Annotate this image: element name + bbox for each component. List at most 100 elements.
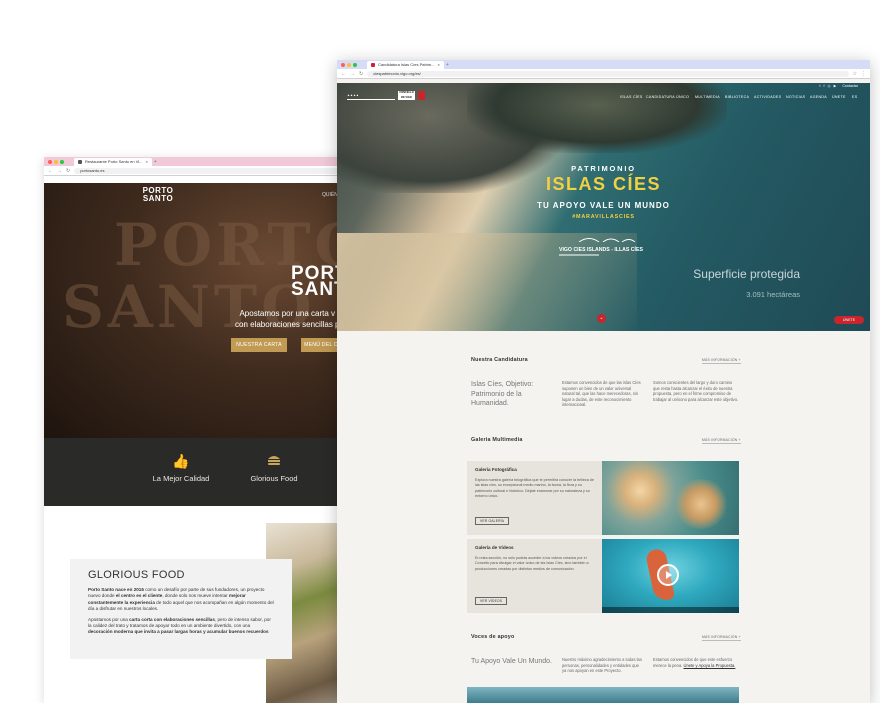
tab-title: Candidatura Islas Cíes Patrim...: [378, 61, 435, 67]
islas-cies-browser-window: Candidatura Islas Cíes Patrim... × + ← →…: [337, 60, 870, 703]
voces-slogan: Tu Apoyo Vale Un Mundo.: [471, 658, 552, 665]
concello-logo: CONCELLO DE VIGO: [398, 91, 415, 100]
maximize-window-icon[interactable]: [60, 159, 64, 164]
video-controls-bar[interactable]: [602, 607, 739, 613]
our-menu-button[interactable]: NUESTRA CARTA: [231, 338, 287, 352]
view-videos-button[interactable]: VER VÍDEOS: [475, 597, 508, 605]
maximize-window-icon[interactable]: [353, 62, 357, 67]
voces-more-link[interactable]: MÁS INFORMACIÓN +: [702, 635, 741, 641]
instagram-icon[interactable]: ◎: [828, 84, 831, 88]
tab-title: Restaurante Porto Santo en Vi...: [85, 158, 143, 164]
hero-patrimonio: PATRIMONIO: [571, 164, 636, 173]
nav-agenda[interactable]: AGENDA: [810, 95, 827, 99]
video-gallery-text: En esta sección, no sólo podrás acceder …: [475, 556, 589, 571]
card-paragraph: Apostamos por una carta corta con elabor…: [88, 616, 271, 635]
browser-tab[interactable]: Restaurante Porto Santo en Vi... ×: [74, 157, 152, 166]
island-silhouette-icon: [578, 238, 636, 243]
address-bar[interactable]: ciespatrimonio.vigo.org/es/: [367, 70, 849, 77]
back-arrow-icon[interactable]: ←: [48, 168, 53, 174]
new-tab-icon[interactable]: +: [154, 159, 157, 165]
burger-icon: [229, 454, 319, 468]
vigo-cies-logo: VIGO CIES ISLANDS - ILLAS CÍES: [559, 229, 651, 256]
hero-tagline: Apostamos por una carta v con elaboracio…: [235, 309, 340, 329]
facebook-icon[interactable]: f: [824, 84, 825, 88]
seahorse-video-thumbnail[interactable]: [602, 539, 739, 613]
candidatura-more-link[interactable]: MÁS INFORMACIÓN +: [702, 358, 741, 364]
nav-candidatura[interactable]: CANDIDATURA ÚNICO: [646, 95, 689, 99]
daily-menu-button[interactable]: MENÚ DEL D: [301, 338, 341, 352]
vigo-emblem-icon: [418, 91, 425, 100]
anemone-photo[interactable]: [602, 461, 739, 535]
candidatura-heading: Nuestra Candidatura: [471, 357, 528, 363]
back-arrow-icon[interactable]: ←: [341, 71, 346, 77]
twitter-icon[interactable]: t: [820, 84, 821, 88]
candidatura-col-2: Somos conscientes del largo y duro camin…: [653, 380, 739, 402]
forward-arrow-icon[interactable]: →: [350, 71, 355, 77]
hero-hashtag: #MARAVILLASCIES: [572, 214, 635, 220]
hero-slogan: TU APOYO VALE UN MUNDO: [537, 201, 670, 210]
aerial-beach-photo: [467, 687, 739, 703]
photo-gallery-text: Explora nuestra galería fotográfica que …: [475, 478, 594, 499]
favicon-icon: [371, 62, 375, 67]
play-icon[interactable]: [657, 564, 679, 586]
video-gallery-title: Galería de Vídeos: [475, 545, 514, 550]
top-utility-bar: t f ◎ ▶ Contactar: [820, 84, 859, 88]
site-logo[interactable]: ▲▲▲▲ CONCELLO DE VIGO: [347, 91, 425, 100]
hero-section: ▲▲▲▲ CONCELLO DE VIGO t f ◎ ▶ Contactar I…: [337, 83, 870, 331]
superficie-value: 3.091 hectáreas: [746, 290, 800, 299]
glorious-food-card: GLORIOUS FOOD Porto Santo nace en 2016 c…: [70, 559, 292, 659]
card-paragraph: Porto Santo nace en 2016 como un desafío…: [88, 587, 274, 612]
browser-chrome: Candidatura Islas Cíes Patrim... × + ← →…: [337, 60, 870, 79]
objective-text: Islas Cíes, Objetivo: Patrimonio de la H…: [471, 381, 534, 407]
language-selector[interactable]: ES: [852, 95, 857, 99]
vigo-word: VIGO: [559, 247, 572, 253]
youtube-icon[interactable]: ▶: [834, 84, 837, 88]
cies-islands-word: CIES ISLANDS - ILLAS CÍES: [573, 247, 643, 253]
nav-biblioteca[interactable]: BIBLIOTECA: [725, 95, 749, 99]
nav-noticias[interactable]: NOTICIAS: [786, 95, 805, 99]
photo-gallery-title: Galería Fotográfica: [475, 467, 517, 472]
nav-unete[interactable]: ÚNETE: [832, 95, 846, 99]
candidatura-col-1: Estamos convencidos de que las islas Cíe…: [562, 380, 641, 408]
tab-close-icon[interactable]: ×: [146, 158, 148, 166]
thumbs-up-icon: 👍: [172, 453, 190, 469]
photo-gallery-card: Galería Fotográfica Explora nuestra gale…: [467, 461, 739, 535]
reload-icon[interactable]: ↻: [66, 168, 70, 174]
site-logo[interactable]: PORTO SANTO: [141, 187, 175, 203]
favicon-icon: [78, 159, 82, 164]
galeria-more-link[interactable]: MÁS INFORMACIÓN +: [702, 438, 741, 444]
candidatura-logo: ▲▲▲▲: [347, 91, 395, 100]
nav-multimedia[interactable]: MULTIMEDIA: [695, 95, 720, 99]
nav-item-quien[interactable]: QUIÉN: [322, 192, 338, 198]
feature-food: Glorious Food: [229, 454, 319, 483]
nav-actividades[interactable]: ACTIVIDADES: [754, 95, 781, 99]
voces-heading: Voces de apoyo: [471, 634, 515, 640]
feature-quality: 👍 La Mejor Calidad: [136, 454, 226, 483]
view-gallery-button[interactable]: VER GALERÍA: [475, 517, 510, 525]
bookmark-star-icon[interactable]: ☆: [853, 71, 857, 77]
video-gallery-card: Galería de Vídeos En esta sección, no só…: [467, 539, 739, 613]
new-tab-icon[interactable]: +: [446, 62, 449, 68]
tab-close-icon[interactable]: ×: [437, 61, 439, 69]
menu-dots-icon[interactable]: ⋮: [861, 71, 866, 77]
nav-islas-cies[interactable]: ISLAS CÍES: [620, 95, 643, 99]
join-support-link[interactable]: Únete y Apoya la Propuesta.: [684, 663, 736, 668]
voces-col-1: Nuestro máximo agradecimiento a todas la…: [562, 657, 642, 674]
hero-title: ISLAS CÍES: [545, 174, 662, 194]
card-title: GLORIOUS FOOD: [88, 569, 185, 581]
galeria-heading: Galeria Multimedia: [471, 437, 523, 443]
contact-link[interactable]: Contactar: [842, 84, 858, 88]
superficie-title: Superficie protegida: [693, 267, 800, 281]
join-button[interactable]: ÚNETE: [834, 316, 864, 324]
close-window-icon[interactable]: [48, 159, 52, 164]
feature-label: La Mejor Calidad: [152, 474, 210, 483]
browser-tab[interactable]: Candidatura Islas Cíes Patrim... ×: [367, 60, 444, 69]
feature-label: Glorious Food: [250, 474, 298, 483]
close-window-icon[interactable]: [341, 62, 345, 67]
reload-icon[interactable]: ↻: [359, 71, 363, 77]
scroll-down-icon[interactable]: ⌄: [597, 314, 606, 323]
minimize-window-icon[interactable]: [347, 62, 351, 67]
forward-arrow-icon[interactable]: →: [57, 168, 62, 174]
voces-col-2: Estamos convencidos de que este esfuerzo…: [653, 657, 736, 668]
minimize-window-icon[interactable]: [54, 159, 58, 164]
